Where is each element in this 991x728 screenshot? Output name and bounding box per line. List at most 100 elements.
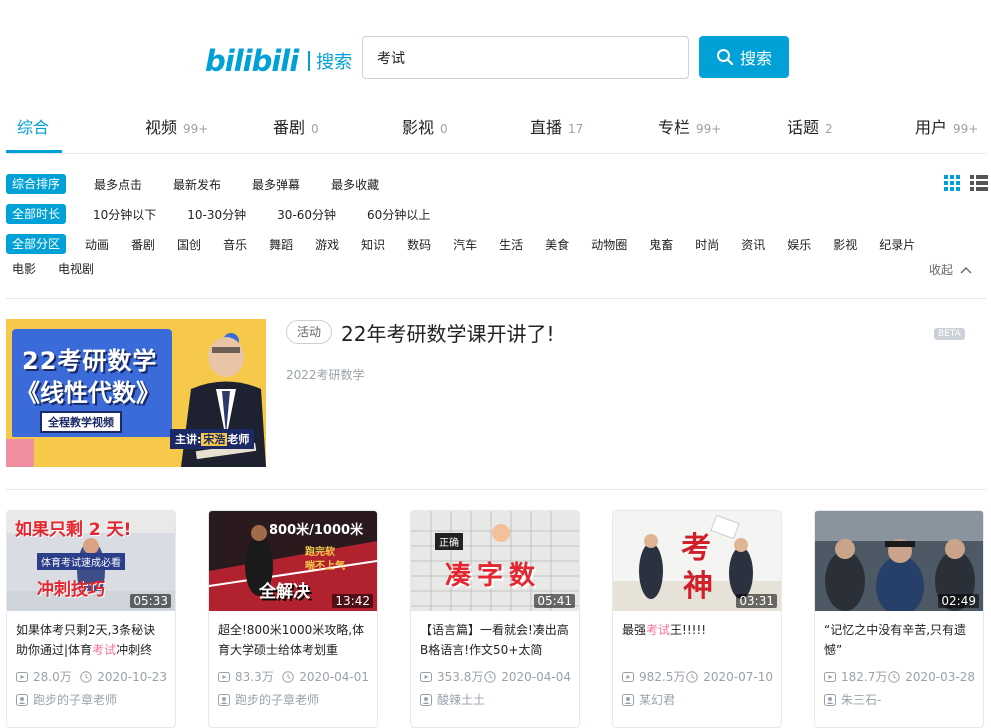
video-title-highlight: 考试 [646, 623, 671, 637]
filter-zone-item[interactable]: 数码 [407, 236, 431, 253]
video-meta: 353.8万 2020-04-04 [420, 668, 571, 685]
author-name: 酸辣土土 [437, 693, 486, 707]
filter-zone-item[interactable]: 鬼畜 [649, 236, 673, 253]
video-title-text: “记忆之中没有辛苦,只有遗憾” [824, 623, 967, 657]
video-author[interactable]: 朱三石- [824, 691, 975, 708]
filter-zone-item[interactable]: 电视剧 [58, 260, 94, 277]
video-thumbnail[interactable]: 正确 凑字数 05:41 [411, 511, 579, 611]
video-author[interactable]: 某幻君 [622, 691, 773, 708]
video-duration: 02:49 [938, 594, 979, 608]
filter-zone-item[interactable]: 国创 [177, 236, 201, 253]
activity-banner-image[interactable]: 22考研数学 《线性代数》 全程教学视频 主讲: 宋浩 老师 [6, 319, 266, 467]
tab-user[interactable]: 用户 99+ [915, 114, 978, 138]
filter-zone-item[interactable]: 电影 [12, 260, 36, 277]
video-thumbnail[interactable]: 考 神 03:31 [613, 511, 781, 611]
thumb-line-3: 冲刺技巧 [37, 580, 105, 600]
video-title[interactable]: 【语言篇】一看就会!凑出高B格语言!作文50+太简 [420, 620, 571, 660]
video-duration: 05:41 [534, 594, 575, 608]
video-title[interactable]: “记忆之中没有辛苦,只有遗憾” [824, 620, 975, 660]
video-thumbnail[interactable]: 02:49 [815, 511, 983, 611]
search-button-label: 搜索 [739, 49, 772, 68]
tab-article[interactable]: 专栏 99+ [658, 114, 721, 138]
tab-bangumi[interactable]: 番剧 0 [273, 114, 319, 138]
filter-zone-item[interactable]: 娱乐 [787, 236, 811, 253]
filter-zone-item[interactable]: 美食 [545, 236, 569, 253]
view-count: 353.8万 [437, 670, 484, 684]
search-box[interactable] [362, 36, 689, 79]
filter-zone-item[interactable]: 番剧 [131, 236, 155, 253]
filter-zone-item[interactable]: 动物圈 [591, 236, 627, 253]
filter-zone-active[interactable]: 全部分区 [6, 234, 67, 254]
filter-zone-item[interactable]: 音乐 [223, 236, 247, 253]
view-count: 182.7万 [841, 670, 888, 684]
filter-zone-item[interactable]: 知识 [361, 236, 385, 253]
filter-duration-item[interactable]: 10分钟以下 [93, 206, 156, 223]
author-name: 朱三石- [841, 693, 882, 707]
clock-icon [80, 670, 92, 683]
play-count-icon [824, 671, 836, 683]
thumb-line-3: 喘不上气 [305, 561, 345, 572]
filter-order-item[interactable]: 最多点击 [94, 176, 142, 193]
beta-badge: BETA [934, 328, 965, 340]
tab-count: 2 [825, 122, 833, 136]
tab-count: 99+ [183, 122, 209, 136]
activity-tag: 活动 [286, 320, 333, 344]
view-count: 83.3万 [235, 670, 274, 684]
collapse-filters-button[interactable]: 收起 [929, 261, 972, 278]
tab-all[interactable]: 综合 [17, 114, 49, 138]
filter-zone-item[interactable]: 影视 [833, 236, 857, 253]
filter-order-item[interactable]: 最新发布 [173, 176, 221, 193]
video-title[interactable]: 最强考试王!!!!! [622, 620, 773, 660]
video-title[interactable]: 如果体考只剩2天,3条秘诀助你通过|体育考试冲刺终 [16, 620, 167, 660]
list-view-icon[interactable] [970, 175, 988, 191]
filter-duration-item[interactable]: 60分钟以上 [367, 206, 430, 223]
video-card[interactable]: 正确 凑字数 05:41 【语言篇】一看就会!凑出高B格语言!作文50+太简 3… [410, 510, 580, 728]
filter-zone-item[interactable]: 游戏 [315, 236, 339, 253]
filter-order-item[interactable]: 最多收藏 [331, 176, 379, 193]
thumb-line-2: 跑完软 [305, 547, 335, 558]
video-author[interactable]: 酸辣土土 [420, 691, 571, 708]
filter-order: 综合排序 最多点击 最新发布 最多弹幕 最多收藏 [6, 174, 379, 194]
tab-film[interactable]: 影视 0 [402, 114, 448, 138]
banner-teacher-suffix: 老师 [227, 433, 250, 446]
tab-video[interactable]: 视频 99+ [145, 114, 208, 138]
tab-label: 用户 [915, 118, 948, 137]
thumb-line-1: 如果只剩 2 天! [15, 520, 132, 540]
filter-order-item[interactable]: 最多弹幕 [252, 176, 300, 193]
bilibili-logo[interactable]: bilibili 搜索 [205, 44, 352, 78]
filter-zone-item[interactable]: 纪录片 [879, 236, 915, 253]
filter-zone-item[interactable]: 资讯 [741, 236, 765, 253]
activity-title[interactable]: 22年考研数学课开讲了! [341, 318, 554, 347]
filter-duration-item[interactable]: 30-60分钟 [277, 206, 336, 223]
filter-order-active[interactable]: 综合排序 [6, 174, 67, 194]
tab-live[interactable]: 直播 17 [530, 114, 583, 138]
video-title[interactable]: 超全!800米1000米攻略,体育大学硕士给体考划重 [218, 620, 369, 660]
filter-duration: 全部时长 10分钟以下 10-30分钟 30-60分钟 60分钟以上 [6, 204, 430, 224]
tab-label: 直播 [530, 118, 563, 137]
filter-zone-item[interactable]: 汽车 [453, 236, 477, 253]
filter-zone-item[interactable]: 舞蹈 [269, 236, 293, 253]
user-icon [824, 693, 836, 706]
filter-zone-item[interactable]: 时尚 [695, 236, 719, 253]
video-card[interactable]: 02:49 “记忆之中没有辛苦,只有遗憾” 182.7万 2020-03-28 … [814, 510, 984, 728]
tab-topic[interactable]: 话题 2 [787, 114, 833, 138]
logo-subtitle: 搜索 [316, 52, 353, 73]
filter-duration-active[interactable]: 全部时长 [6, 204, 67, 224]
play-count-icon [218, 671, 230, 683]
active-tab-indicator [6, 150, 62, 153]
video-thumbnail[interactable]: 800米/1000米 跑完软 喘不上气 全解决 13:42 [209, 511, 377, 611]
grid-view-icon[interactable] [944, 175, 960, 191]
filter-zone: 全部分区 动画 番剧 国创 音乐 舞蹈 游戏 知识 数码 汽车 生活 美食 动物… [6, 234, 915, 254]
video-author[interactable]: 跑步的子章老师 [218, 691, 369, 708]
banner-teacher-prefix: 主讲: [175, 433, 202, 446]
video-card[interactable]: 考 神 03:31 最强考试王!!!!! 982.5万 2020-07-10 某… [612, 510, 782, 728]
video-author[interactable]: 跑步的子章老师 [16, 691, 167, 708]
search-button[interactable]: 搜索 [699, 36, 789, 78]
video-card[interactable]: 800米/1000米 跑完软 喘不上气 全解决 13:42 超全!800米100… [208, 510, 378, 728]
filter-zone-item[interactable]: 生活 [499, 236, 523, 253]
video-card[interactable]: 如果只剩 2 天! 体育考试速成必看 冲刺技巧 05:33 如果体考只剩2天,3… [6, 510, 176, 728]
filter-duration-item[interactable]: 10-30分钟 [187, 206, 246, 223]
filter-zone-item[interactable]: 动画 [85, 236, 109, 253]
search-input[interactable] [377, 49, 674, 66]
video-thumbnail[interactable]: 如果只剩 2 天! 体育考试速成必看 冲刺技巧 05:33 [7, 511, 175, 611]
